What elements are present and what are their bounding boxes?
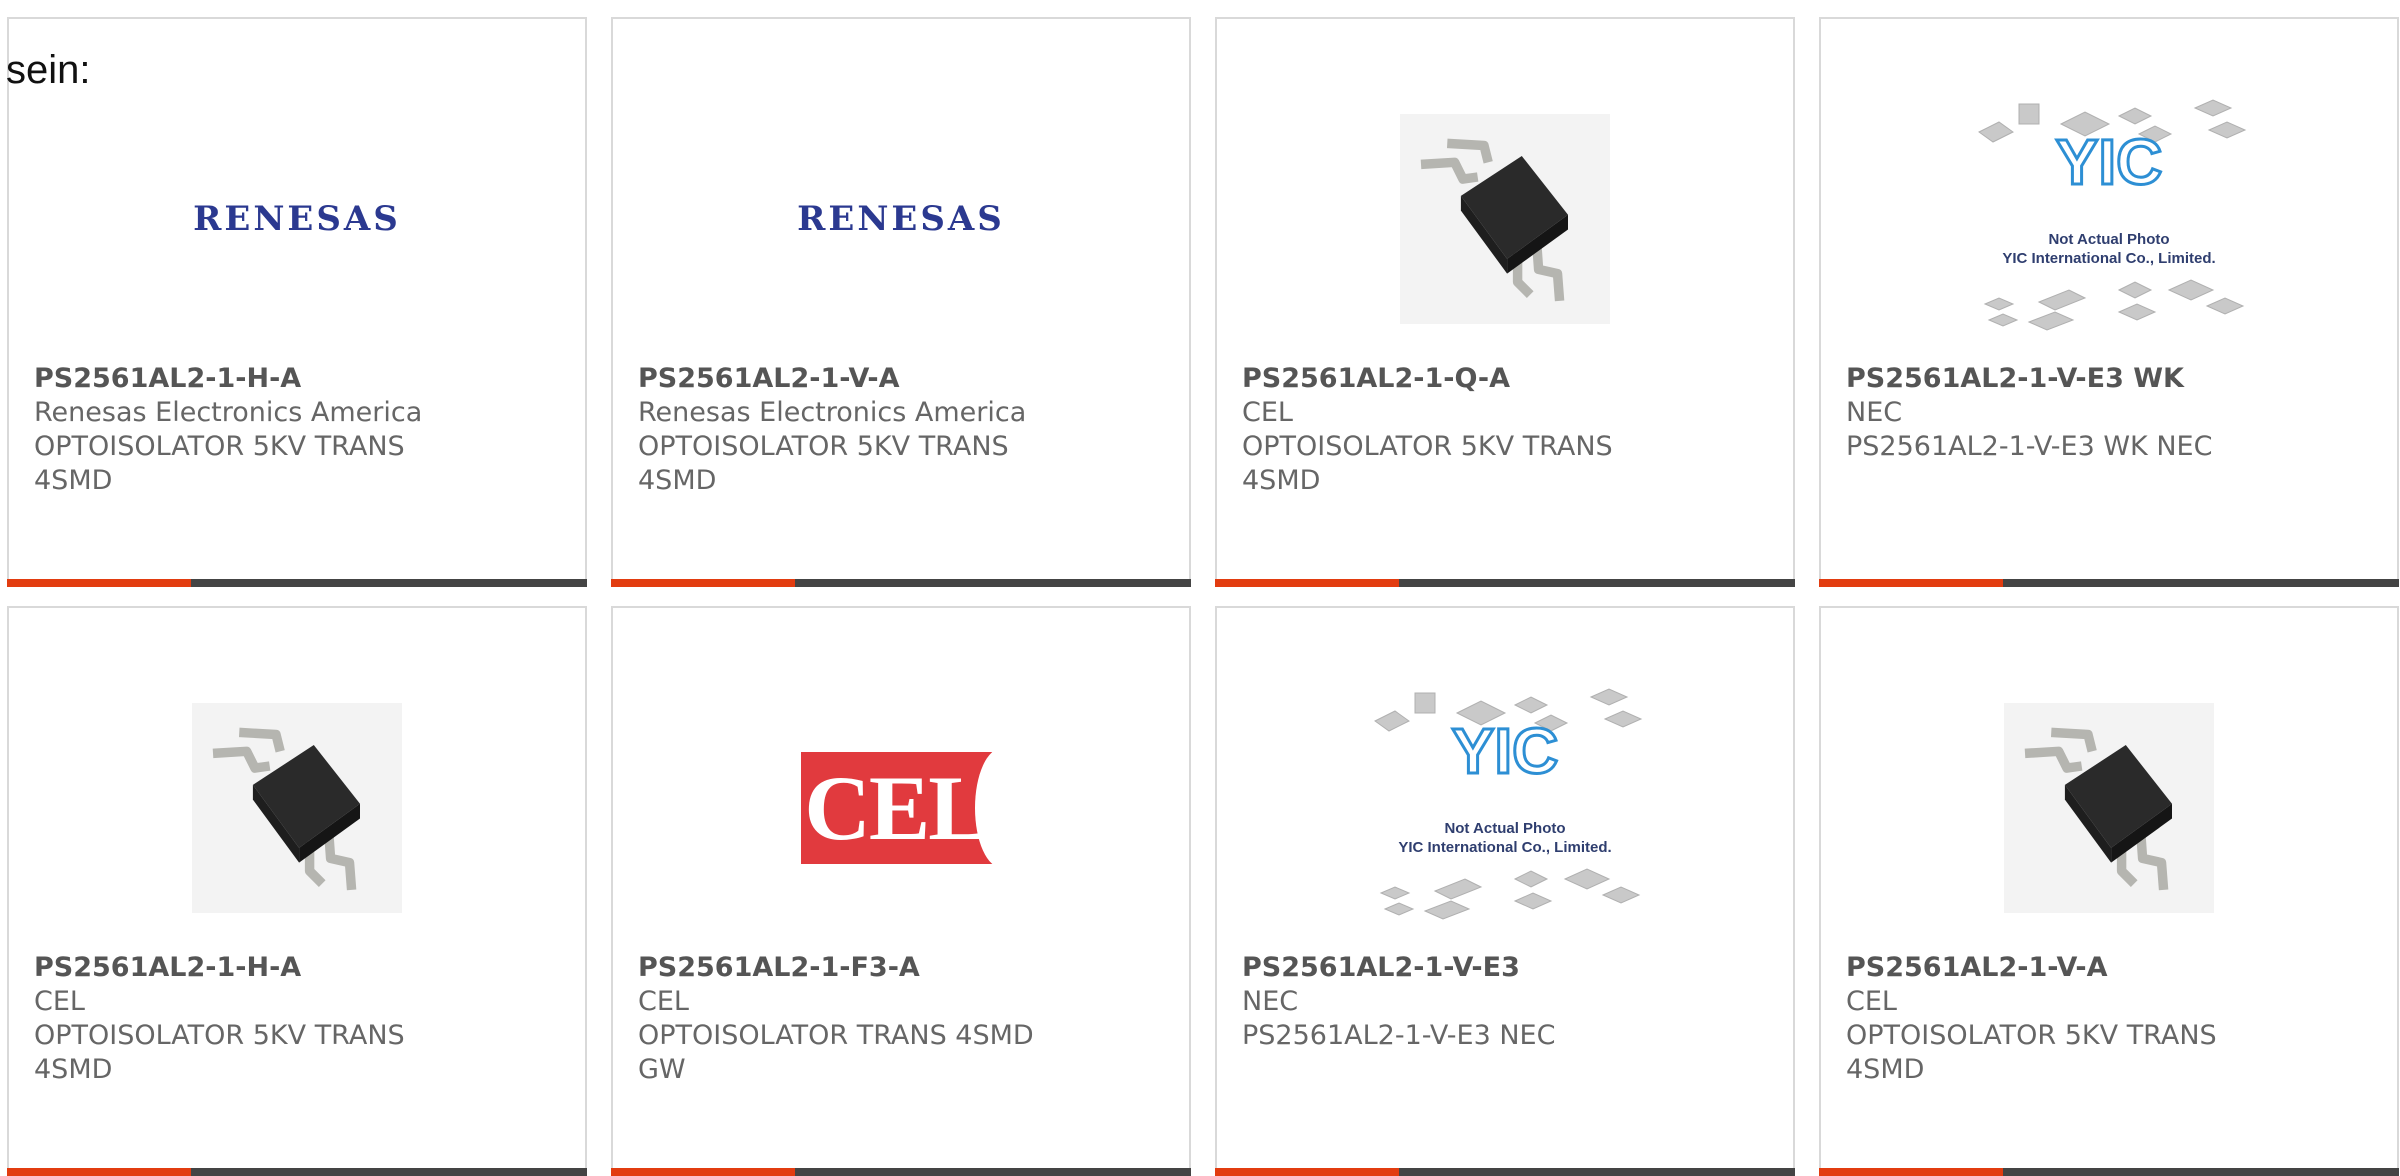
product-card[interactable]: PS2561AL2-1-Q-A CEL OPTOISOLATOR 5KV TRA…: [1215, 17, 1795, 587]
product-image[interactable]: [1217, 74, 1793, 364]
manufacturer: Renesas Electronics America: [638, 397, 1027, 428]
cel-logo-text: CEL: [804, 757, 989, 859]
manufacturer: NEC: [1242, 986, 1299, 1017]
product-card[interactable]: CEL PS2561AL2-1-F3-A CEL OPTOISOLATOR TR…: [611, 606, 1191, 1176]
product-card[interactable]: YIC Not Actual Photo YIC International C…: [1819, 17, 2399, 587]
optoisolator-chip-image: [192, 703, 402, 913]
description-line: 4SMD: [34, 1054, 113, 1085]
card-bottom-bar: [1819, 1168, 2399, 1176]
card-bottom-bar: [1819, 579, 2399, 587]
card-bottom-bar: [7, 1168, 587, 1176]
card-accent-bar: [1819, 579, 2003, 587]
renesas-logo: RENESAS: [797, 199, 1005, 239]
description-line: OPTOISOLATOR TRANS 4SMD: [638, 1020, 1034, 1051]
product-card[interactable]: RENESAS PS2561AL2-1-V-A Renesas Electron…: [611, 17, 1191, 587]
product-image[interactable]: YIC Not Actual Photo YIC International C…: [1821, 74, 2397, 364]
placeholder-line1: Not Actual Photo: [2048, 231, 2169, 248]
description-line: PS2561AL2-1-V-E3 NEC: [1242, 1020, 1556, 1051]
optoisolator-chip-image: [2004, 703, 2214, 913]
description-line: OPTOISOLATOR 5KV TRANS: [34, 431, 405, 462]
description-line: 4SMD: [34, 465, 113, 496]
product-image[interactable]: CEL: [613, 663, 1189, 953]
yic-logo: YIC: [2056, 126, 2163, 198]
placeholder-line1: Not Actual Photo: [1444, 820, 1565, 837]
part-number[interactable]: PS2561AL2-1-V-E3: [1242, 951, 1773, 985]
placeholder-line2: YIC International Co., Limited.: [1398, 839, 1611, 856]
manufacturer: CEL: [1846, 986, 1897, 1017]
description-line: OPTOISOLATOR 5KV TRANS: [1242, 431, 1613, 462]
manufacturer: NEC: [1846, 397, 1903, 428]
description-line: OPTOISOLATOR 5KV TRANS: [1846, 1020, 2217, 1051]
not-actual-photo-placeholder: YIC Not Actual Photo YIC International C…: [1374, 688, 1643, 920]
card-bottom-bar: [1215, 1168, 1795, 1176]
card-bottom-bar: [7, 579, 587, 587]
card-bottom-bar: [611, 579, 1191, 587]
part-number[interactable]: PS2561AL2-1-V-E3 WK: [1846, 362, 2377, 396]
part-number[interactable]: PS2561AL2-1-V-A: [638, 362, 1169, 396]
manufacturer: CEL: [638, 986, 689, 1017]
part-number[interactable]: PS2561AL2-1-H-A: [34, 362, 565, 396]
manufacturer: Renesas Electronics America: [34, 397, 423, 428]
optoisolator-chip-image: [1400, 114, 1610, 324]
card-bottom-bar: [611, 1168, 1191, 1176]
card-bottom-bar: [1215, 579, 1795, 587]
product-image[interactable]: [9, 663, 585, 953]
card-accent-bar: [611, 579, 795, 587]
card-accent-bar: [1215, 1168, 1399, 1176]
description-line: 4SMD: [1846, 1054, 1925, 1085]
yic-logo: YIC: [1452, 715, 1559, 787]
product-image[interactable]: RENESAS: [9, 74, 585, 364]
renesas-logo: RENESAS: [193, 199, 401, 239]
product-card[interactable]: RENESAS PS2561AL2-1-H-A Renesas Electron…: [7, 17, 587, 587]
product-card[interactable]: PS2561AL2-1-H-A CEL OPTOISOLATOR 5KV TRA…: [7, 606, 587, 1176]
cel-logo: CEL: [801, 752, 1001, 864]
description-line: OPTOISOLATOR 5KV TRANS: [34, 1020, 405, 1051]
manufacturer: CEL: [1242, 397, 1293, 428]
not-actual-photo-placeholder: YIC Not Actual Photo YIC International C…: [1978, 99, 2247, 331]
description-line: OPTOISOLATOR 5KV TRANS: [638, 431, 1009, 462]
card-accent-bar: [7, 579, 191, 587]
description-line: 4SMD: [1242, 465, 1321, 496]
product-image[interactable]: RENESAS: [613, 74, 1189, 364]
product-image[interactable]: YIC Not Actual Photo YIC International C…: [1217, 663, 1793, 953]
card-accent-bar: [1819, 1168, 2003, 1176]
part-number[interactable]: PS2561AL2-1-H-A: [34, 951, 565, 985]
part-number[interactable]: PS2561AL2-1-F3-A: [638, 951, 1169, 985]
product-grid: RENESAS PS2561AL2-1-H-A Renesas Electron…: [7, 17, 2399, 1176]
part-number[interactable]: PS2561AL2-1-V-A: [1846, 951, 2377, 985]
manufacturer: CEL: [34, 986, 85, 1017]
part-number[interactable]: PS2561AL2-1-Q-A: [1242, 362, 1773, 396]
card-accent-bar: [7, 1168, 191, 1176]
description-line: PS2561AL2-1-V-E3 WK NEC: [1846, 431, 2213, 462]
card-accent-bar: [611, 1168, 795, 1176]
product-image[interactable]: [1821, 663, 2397, 953]
product-card[interactable]: PS2561AL2-1-V-A CEL OPTOISOLATOR 5KV TRA…: [1819, 606, 2399, 1176]
product-card[interactable]: YIC Not Actual Photo YIC International C…: [1215, 606, 1795, 1176]
card-accent-bar: [1215, 579, 1399, 587]
placeholder-line2: YIC International Co., Limited.: [2002, 250, 2215, 267]
intro-text: sein:: [6, 48, 91, 92]
description-line: GW: [638, 1054, 686, 1085]
description-line: 4SMD: [638, 465, 717, 496]
